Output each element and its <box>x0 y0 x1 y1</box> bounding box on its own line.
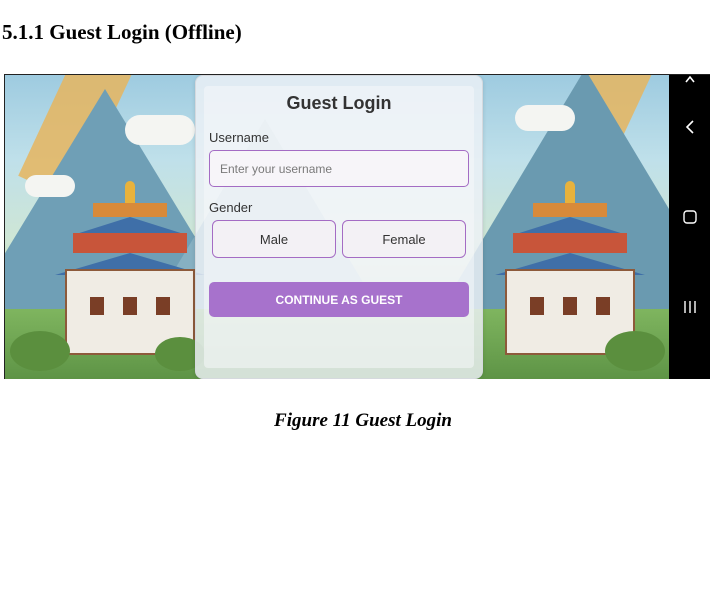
figure-screenshot: Guest Login Username Gender Male Female … <box>4 74 710 379</box>
bush-illustration <box>605 331 665 371</box>
app-screen: Guest Login Username Gender Male Female … <box>5 75 669 379</box>
gender-label: Gender <box>209 200 253 215</box>
recents-icon[interactable] <box>669 295 710 319</box>
continue-as-guest-button[interactable]: CONTINUE AS GUEST <box>209 282 469 317</box>
chevron-up-icon[interactable] <box>669 75 710 91</box>
cloud-illustration <box>125 115 195 145</box>
gender-female-button[interactable]: Female <box>342 220 466 258</box>
gender-male-button[interactable]: Male <box>212 220 336 258</box>
bush-illustration <box>10 331 70 371</box>
android-nav-bar <box>669 75 710 379</box>
form-title: Guest Login <box>286 93 392 113</box>
section-heading: 5.1.1 Guest Login (Offline) <box>2 20 242 44</box>
username-label: Username <box>209 130 269 145</box>
home-icon[interactable] <box>669 205 710 229</box>
temple-illustration <box>495 180 645 355</box>
username-input[interactable] <box>209 150 469 187</box>
guest-login-card: Guest Login Username Gender Male Female … <box>195 75 483 379</box>
figure-caption: Figure 11 Guest Login <box>274 410 452 431</box>
back-icon[interactable] <box>669 115 710 139</box>
cloud-illustration <box>515 105 575 131</box>
temple-illustration <box>55 180 205 355</box>
